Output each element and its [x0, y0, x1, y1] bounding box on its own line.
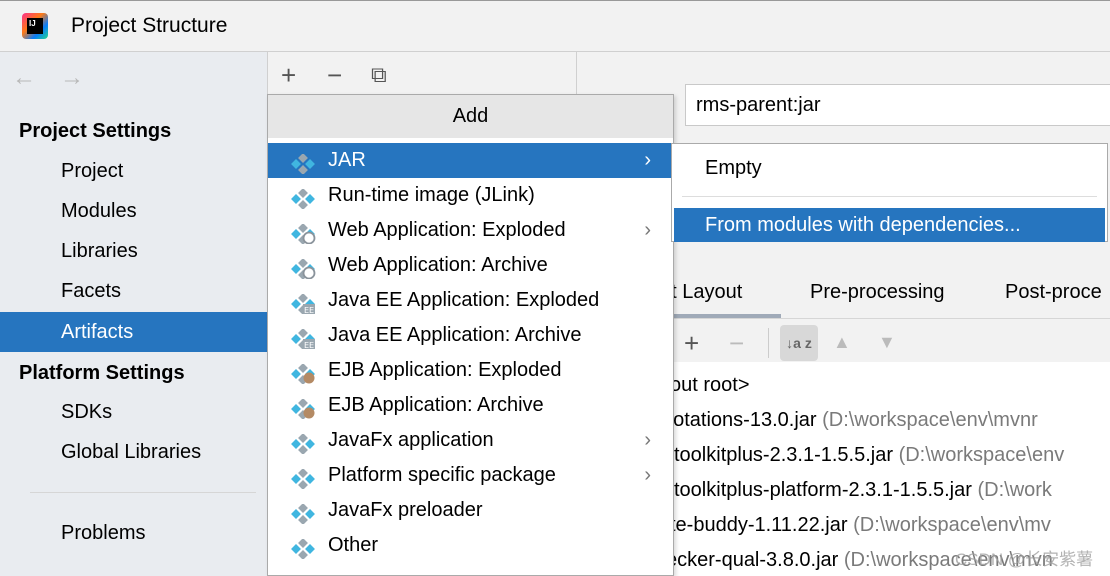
back-arrow-icon[interactable]: ← — [12, 64, 36, 92]
menu-item-java-ee-application-archive[interactable]: EE Java EE Application: Archive — [268, 318, 673, 353]
copy-icon[interactable]: ⧉ — [371, 62, 387, 88]
intellij-logo-icon: IJ — [22, 13, 48, 39]
chevron-right-icon: › — [644, 429, 651, 451]
chevron-right-icon: › — [644, 219, 651, 241]
menu-item-label: JAR — [328, 149, 366, 171]
jar-icon — [290, 151, 316, 175]
logo-text: IJ — [27, 18, 43, 34]
ejb-icon — [290, 396, 316, 420]
tree-item-name: out root> — [670, 374, 750, 396]
add-icon[interactable]: + — [281, 60, 296, 91]
sidebar-item-problems[interactable]: Problems — [0, 513, 267, 553]
tab-pre-processing[interactable]: Pre-processing — [810, 281, 945, 304]
sidebar-item-sdks[interactable]: SDKs — [0, 392, 267, 432]
menu-item-label: Platform specific package — [328, 464, 556, 486]
platform-settings-heading: Platform Settings — [19, 362, 185, 384]
menu-item-from-modules[interactable]: From modules with dependencies... — [674, 208, 1105, 242]
tree-item-name: notations-13.0.jar — [662, 409, 817, 431]
svg-text:EE: EE — [304, 341, 314, 349]
remove-icon[interactable]: − — [327, 60, 342, 91]
menu-item-java-ee-application-exploded[interactable]: EE Java EE Application: Exploded — [268, 283, 673, 318]
menu-item-other[interactable]: Other — [268, 528, 673, 563]
menu-item-label: Web Application: Archive — [328, 254, 548, 276]
jar-submenu: Empty From modules with dependencies... — [671, 143, 1108, 242]
chevron-right-icon: › — [644, 464, 651, 486]
move-up-icon[interactable]: ▲ — [833, 332, 851, 353]
forward-arrow-icon[interactable]: → — [60, 64, 84, 92]
menu-item-label: EJB Application: Exploded — [328, 359, 562, 381]
tree-item-name: te-buddy-1.11.22.jar — [670, 514, 848, 536]
sidebar-item-artifacts[interactable]: Artifacts — [0, 312, 267, 352]
sidebar-item-libraries[interactable]: Libraries — [0, 231, 267, 271]
menu-item-web-application-exploded[interactable]: Web Application: Exploded › — [268, 213, 673, 248]
menu-item-web-application-archive[interactable]: Web Application: Archive — [268, 248, 673, 283]
jar-icon — [290, 501, 316, 525]
tree-item[interactable]: toolkitplus-platform-2.3.1-1.5.5.jar (D:… — [674, 479, 1052, 502]
project-settings-heading: Project Settings — [19, 120, 172, 142]
move-down-icon[interactable]: ▼ — [878, 332, 896, 353]
javaee-icon: EE — [290, 326, 316, 350]
menu-item-label: Web Application: Exploded — [328, 219, 566, 241]
tree-item[interactable]: out root> — [670, 374, 750, 397]
jar-icon — [290, 186, 316, 210]
menu-item-platform-specific-package[interactable]: Platform specific package › — [268, 458, 673, 493]
svg-text:EE: EE — [304, 306, 314, 314]
tree-item-path: (D:\workspace\env\mvnr — [822, 409, 1038, 431]
layout-add-icon[interactable]: + — [684, 328, 699, 359]
web-app-icon — [290, 256, 316, 280]
menu-item-label: Run-time image (JLink) — [328, 184, 535, 206]
chevron-right-icon: › — [644, 149, 651, 171]
tree-item-path: (D:\workspace\env\mv — [853, 514, 1051, 536]
sort-icon[interactable]: ↓a z — [780, 325, 818, 361]
jar-icon — [290, 431, 316, 455]
sidebar-item-project[interactable]: Project — [0, 151, 267, 191]
tree-item-name: ecker-qual-3.8.0.jar — [666, 549, 839, 571]
menu-item-javafx-application[interactable]: JavaFx application › — [268, 423, 673, 458]
menu-item-label: EJB Application: Archive — [328, 394, 544, 416]
jar-icon — [290, 536, 316, 560]
tree-item[interactable]: te-buddy-1.11.22.jar (D:\workspace\env\m… — [670, 514, 1051, 537]
add-artifact-menu: Add JAR › Run-time image (JLink) Web Applic… — [267, 94, 674, 576]
menu-separator — [682, 196, 1097, 197]
toolbar-divider — [768, 328, 769, 358]
menu-item-label: JavaFx application — [328, 429, 494, 451]
menu-item-ejb-application-exploded[interactable]: EJB Application: Exploded — [268, 353, 673, 388]
menu-item-label: JavaFx preloader — [328, 499, 483, 521]
menu-item-label: Java EE Application: Archive — [328, 324, 582, 346]
artifact-name-input[interactable]: rms-parent:jar — [685, 84, 1110, 126]
tree-item-path: (D:\work — [977, 479, 1052, 501]
tree-item-name: toolkitplus-platform-2.3.1-1.5.5.jar — [674, 479, 972, 501]
title-bar: IJ Project Structure — [0, 0, 1110, 52]
tree-item[interactable]: toolkitplus-2.3.1-1.5.5.jar (D:\workspac… — [674, 444, 1064, 467]
window-title: Project Structure — [71, 14, 228, 37]
ejb-icon — [290, 361, 316, 385]
sidebar-item-modules[interactable]: Modules — [0, 191, 267, 231]
sidebar-divider — [30, 492, 256, 493]
tab-post-processing[interactable]: Post-proce — [1005, 281, 1102, 304]
menu-item-javafx-preloader[interactable]: JavaFx preloader — [268, 493, 673, 528]
menu-item-label: Java EE Application: Exploded — [328, 289, 600, 311]
menu-item-jar[interactable]: JAR › — [268, 143, 673, 178]
menu-item-ejb-application-archive[interactable]: EJB Application: Archive — [268, 388, 673, 423]
menu-header: Add — [268, 95, 673, 138]
jar-icon — [290, 466, 316, 490]
layout-remove-icon[interactable]: − — [729, 328, 744, 359]
menu-item-empty[interactable]: Empty — [674, 151, 1105, 185]
tree-item[interactable]: notations-13.0.jar (D:\workspace\env\mvn… — [662, 409, 1038, 432]
tree-item-name: toolkitplus-2.3.1-1.5.5.jar — [674, 444, 894, 466]
menu-item-run-time-image-jlink[interactable]: Run-time image (JLink) — [268, 178, 673, 213]
web-app-icon — [290, 221, 316, 245]
sidebar-item-facets[interactable]: Facets — [0, 271, 267, 311]
tree-item-path: (D:\workspace\env — [898, 444, 1065, 466]
watermark: CSDN @长安紫薯 — [955, 550, 1094, 569]
sidebar-item-global-libraries[interactable]: Global Libraries — [0, 432, 267, 472]
javaee-icon: EE — [290, 291, 316, 315]
menu-item-label: Other — [328, 534, 379, 556]
